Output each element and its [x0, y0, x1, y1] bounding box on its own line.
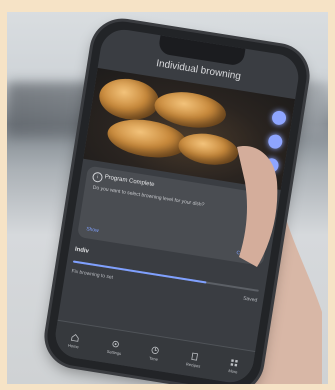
tab-home[interactable]: Home [67, 332, 81, 349]
tab-label: Home [67, 342, 80, 349]
option-dot[interactable] [271, 109, 288, 126]
option-dot[interactable] [263, 157, 280, 174]
tab-label: Time [148, 355, 159, 362]
chevron-up-icon[interactable]: ▲ [258, 199, 265, 206]
tab-label: More [228, 367, 238, 374]
tab-settings[interactable]: Settings [106, 338, 124, 356]
right-caption: Saved [242, 295, 258, 304]
croissant [176, 129, 241, 169]
tab-label: Settings [106, 348, 122, 356]
info-icon: i [91, 171, 104, 183]
left-caption: Fix browning to set [71, 268, 114, 281]
croissant [96, 74, 162, 124]
gear-icon [112, 340, 119, 347]
clock-icon [151, 346, 159, 354]
tab-label: Recipes [185, 360, 201, 369]
show-link[interactable]: Show [86, 226, 99, 234]
tab-time[interactable]: Time [149, 345, 160, 361]
grid-icon [230, 358, 239, 367]
photo-frame: Individual browning i Program Complete ▲… [7, 12, 328, 384]
card-body: Do you want to select browning level for… [92, 184, 205, 209]
book-icon [191, 352, 198, 361]
home-icon [70, 333, 79, 342]
phone-screen: Individual browning i Program Complete ▲… [52, 26, 302, 384]
continue-link[interactable]: Continue [236, 250, 257, 259]
card-title: Program Complete [104, 174, 155, 189]
tab-recipes[interactable]: Recipes [186, 351, 203, 368]
option-dot[interactable] [267, 133, 284, 150]
tab-more[interactable]: More [228, 358, 239, 374]
